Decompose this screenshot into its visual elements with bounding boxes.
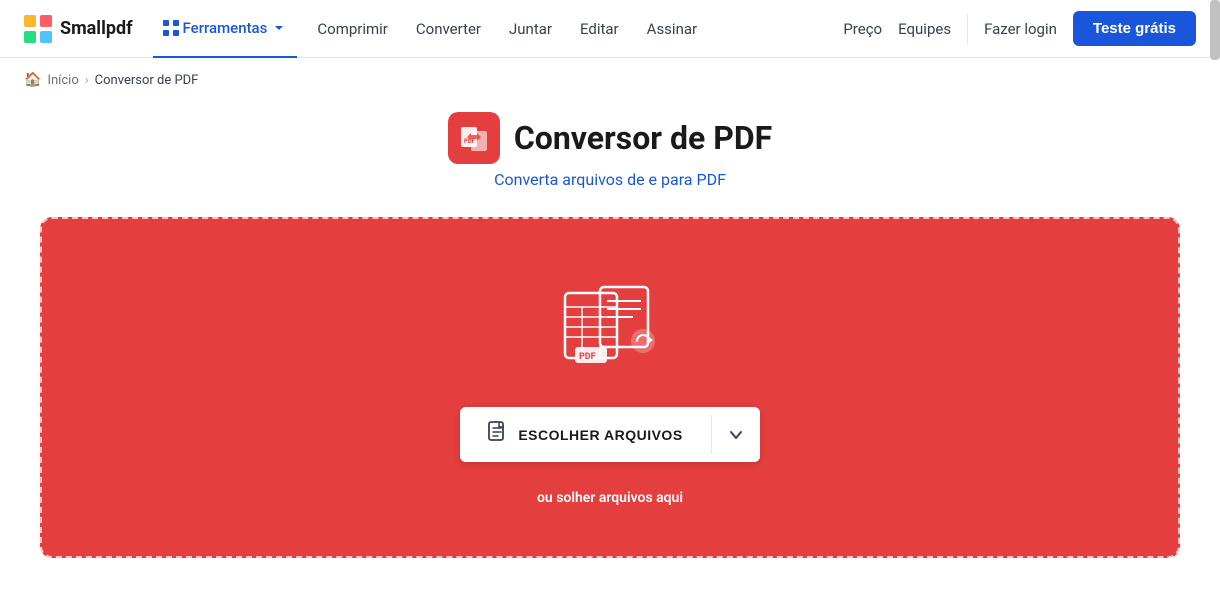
home-icon: 🏠 xyxy=(24,72,41,88)
trial-button[interactable]: Teste grátis xyxy=(1073,11,1196,46)
brand-name: Smallpdf xyxy=(60,18,133,39)
logo-icon xyxy=(24,15,52,43)
file-svg-icon xyxy=(488,421,508,443)
nav-converter[interactable]: Converter xyxy=(404,0,493,58)
ferramentas-menu[interactable]: Ferramentas xyxy=(153,0,298,58)
scrollbar[interactable] xyxy=(1210,0,1220,57)
chevron-down-icon xyxy=(271,20,287,36)
choose-files-button[interactable]: ESCOLHER ARQUIVOS xyxy=(460,407,710,462)
grid-icon xyxy=(163,20,179,36)
drop-zone[interactable]: PDF ESCOLHER ARQUIVOS xyxy=(40,217,1180,558)
nav-preco[interactable]: Preço xyxy=(843,20,882,38)
nav-juntar[interactable]: Juntar xyxy=(497,0,564,58)
pdf-illustration: PDF xyxy=(545,279,675,379)
nav-login[interactable]: Fazer login xyxy=(984,20,1057,38)
page-title-row: PDF Conversor de PDF xyxy=(448,112,772,164)
logo[interactable]: Smallpdf xyxy=(24,15,133,43)
ferramentas-label: Ferramentas xyxy=(183,19,268,37)
nav-right: Preço Equipes Fazer login Teste grátis xyxy=(843,11,1196,46)
main-content: PDF Conversor de PDF Converta arquivos d… xyxy=(0,102,1220,598)
page-title: Conversor de PDF xyxy=(514,119,772,157)
scrollbar-thumb[interactable] xyxy=(1210,0,1220,60)
svg-text:PDF: PDF xyxy=(579,352,596,362)
page-header: PDF Conversor de PDF Converta arquivos d… xyxy=(448,112,772,189)
nav-comprimir[interactable]: Comprimir xyxy=(305,0,400,58)
drop-hint: ou solher arquivos aqui xyxy=(537,490,683,506)
nav-assinar[interactable]: Assinar xyxy=(635,0,709,58)
file-icon xyxy=(488,421,508,448)
page-subtitle: Converta arquivos de e para PDF xyxy=(494,170,726,189)
navbar: Smallpdf Ferramentas Comprimir Converter… xyxy=(0,0,1220,58)
nav-links: Comprimir Converter Juntar Editar Assina… xyxy=(305,0,843,58)
dropdown-button[interactable] xyxy=(712,407,760,462)
nav-equipes[interactable]: Equipes xyxy=(898,20,951,38)
breadcrumb-current: Conversor de PDF xyxy=(95,73,199,88)
converter-icon: PDF xyxy=(459,123,489,153)
breadcrumb: 🏠 Início › Conversor de PDF xyxy=(0,58,1220,102)
nav-divider xyxy=(967,14,968,44)
page-icon-wrap: PDF xyxy=(448,112,500,164)
choose-files-wrapper: ESCOLHER ARQUIVOS xyxy=(460,407,759,462)
breadcrumb-separator: › xyxy=(85,73,89,88)
choose-files-label: ESCOLHER ARQUIVOS xyxy=(518,427,682,443)
nav-editar[interactable]: Editar xyxy=(568,0,631,58)
chevron-down-icon xyxy=(728,427,744,443)
breadcrumb-home[interactable]: Início xyxy=(47,73,78,88)
